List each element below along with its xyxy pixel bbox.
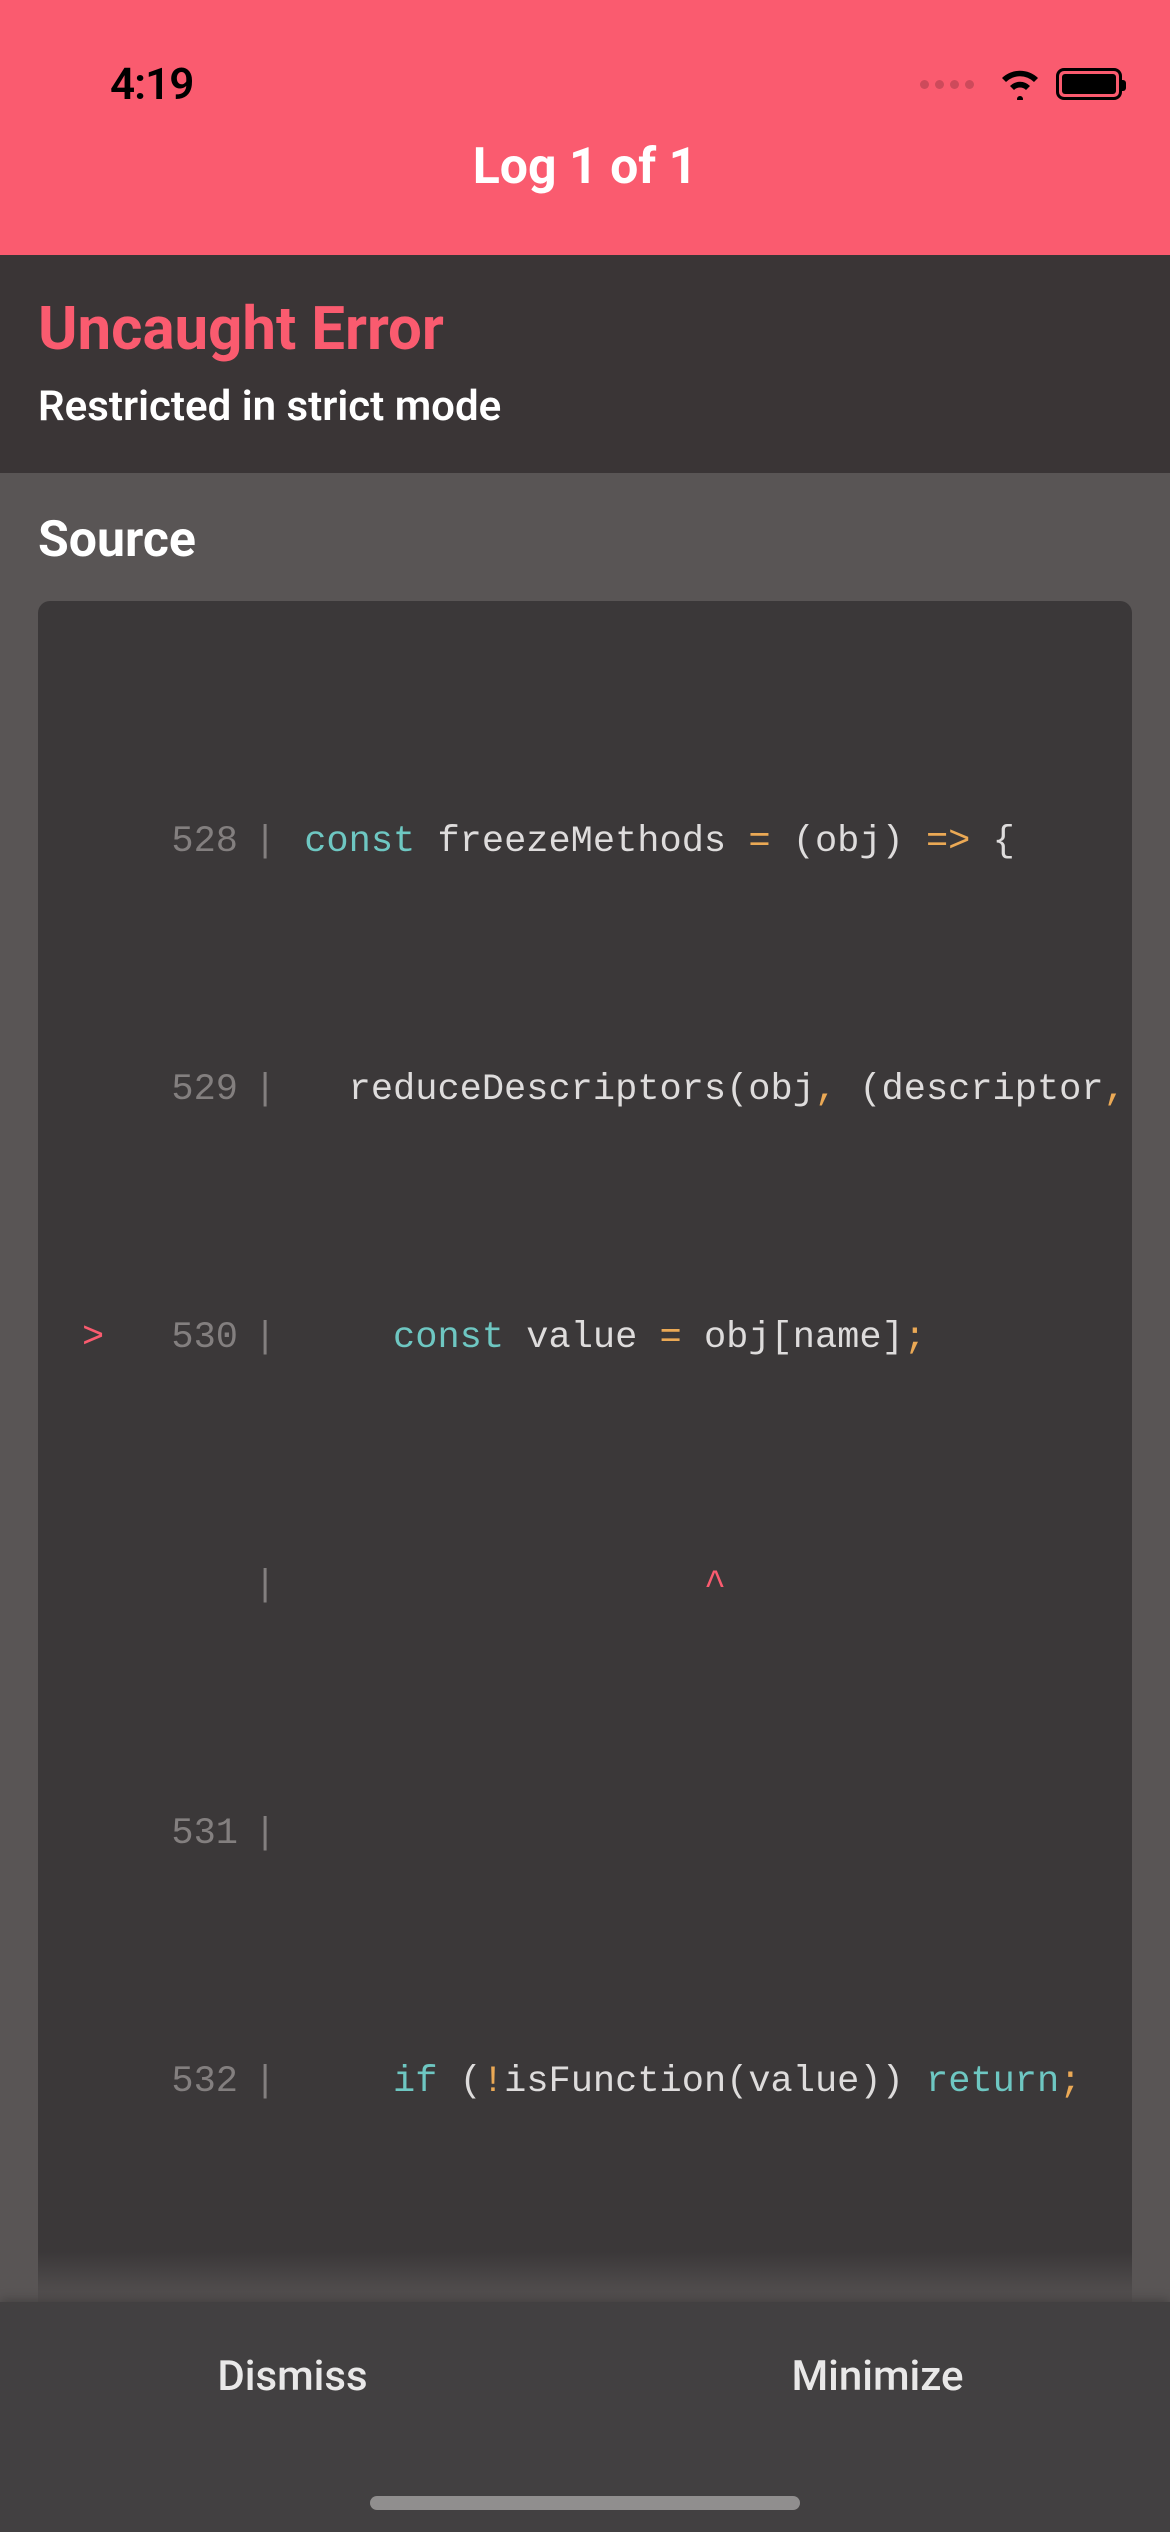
source-code-box: 528 | const freezeMethods = (obj) => { 5… [38,601,1132,2532]
source-code-body[interactable]: 528 | const freezeMethods = (obj) => { 5… [38,601,1132,2509]
status-time: 4:19 [110,58,193,110]
gutter-pipe: | [238,2051,304,2113]
line-number: 532 [38,2051,238,2113]
code-line: 531 | [38,1803,1132,1865]
code-line: 532 | if (!isFunction(value)) return; [38,2051,1132,2113]
gutter-pipe: | [238,1803,304,1865]
code-error-marker: | ^ [38,1555,1132,1617]
content-area: Source 528 | const freezeMethods = (obj)… [0,473,1170,2532]
line-number: >530 [38,1307,238,1369]
caret-icon: > [82,1307,104,1369]
source-section-title: Source [38,511,1132,569]
gutter-pipe: | [238,811,304,873]
cellular-dots-icon [920,80,974,89]
gutter-pipe: | [238,1307,304,1369]
gutter-pipe: | [238,1555,304,1617]
status-icons [920,68,1122,100]
status-bar: 4:19 [0,0,1170,120]
gutter-pipe: | [238,1059,304,1121]
error-type: Uncaught Error [38,293,1132,364]
code-line: 529 | reduceDescriptors(obj, (descriptor… [38,1059,1132,1121]
code-line: 528 | const freezeMethods = (obj) => { [38,811,1132,873]
home-indicator[interactable] [370,2496,800,2510]
error-message: Restricted in strict mode [38,382,1132,431]
page-title: Log 1 of 1 [0,138,1170,196]
line-number: 531 [38,1803,238,1865]
battery-icon [1056,68,1122,100]
error-banner: Uncaught Error Restricted in strict mode [0,255,1170,473]
wifi-icon [998,68,1042,100]
bottom-bar: Dismiss Minimize [0,2302,1170,2532]
line-number: 528 [38,811,238,873]
code-line-current: >530 | const value = obj[name]; [38,1307,1132,1369]
header-area: 4:19 Log 1 of 1 [0,0,1170,255]
line-number: 529 [38,1059,238,1121]
